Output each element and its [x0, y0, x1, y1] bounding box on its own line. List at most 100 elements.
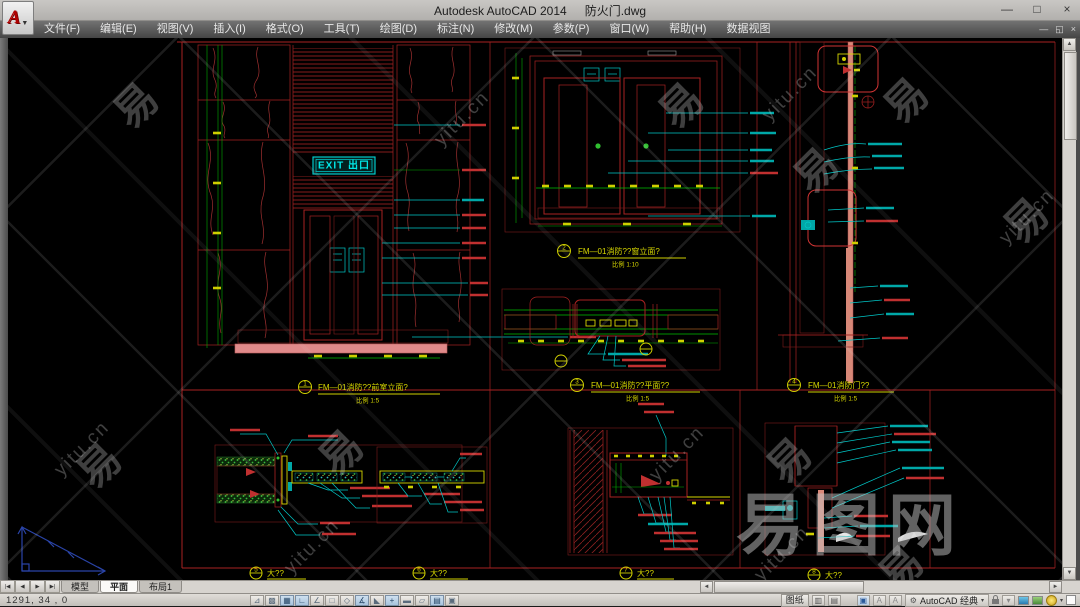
doc-restore-button[interactable]: ◱ [1055, 22, 1064, 36]
menu-draw[interactable]: 绘图(D) [370, 21, 427, 38]
menu-dimension[interactable]: 标注(N) [427, 21, 484, 38]
hardware-acceleration-icon[interactable] [1018, 596, 1029, 605]
svg-text:EXIT 出口: EXIT 出口 [318, 159, 370, 172]
menubar: 文件(F) 编辑(E) 视图(V) 插入(I) 格式(O) 工具(T) 绘图(D… [0, 21, 1080, 38]
tab-plan[interactable]: 平面 [100, 581, 138, 593]
svg-text:比例 1:5: 比例 1:5 [834, 394, 858, 403]
drawing-canvas[interactable]: EXIT 出口 [8, 38, 1062, 580]
object-snap-tracking-icon[interactable]: ∡ [355, 595, 369, 606]
svg-text:8: 8 [812, 569, 816, 576]
minimize-button[interactable]: — [1000, 1, 1014, 18]
maximize-button[interactable]: □ [1030, 1, 1044, 18]
detail-title-2: 2 FM—01消防??窗立面? 比例 1:10 [558, 245, 687, 269]
tab-layout1[interactable]: 布局1 [139, 581, 182, 593]
detail-2-door-elevation [505, 48, 778, 232]
detail-4-vertical-section [778, 42, 914, 383]
3d-object-snap-icon[interactable]: ◇ [340, 595, 354, 606]
menu-window[interactable]: 窗口(W) [599, 21, 659, 38]
svg-text:大??: 大?? [637, 568, 654, 578]
isolate-objects-icon[interactable] [1032, 596, 1043, 605]
scroll-up-button[interactable]: ▲ [1063, 38, 1076, 51]
workspace-label: AutoCAD 经典 [920, 594, 978, 607]
tab-next-button[interactable]: ▶ [30, 581, 45, 593]
menu-tools[interactable]: 工具(T) [314, 21, 370, 38]
menu-dataview[interactable]: 数据视图 [716, 21, 780, 38]
chevron-down-icon: ▼ [21, 20, 28, 27]
menu-modify[interactable]: 修改(M) [484, 21, 543, 38]
lineweight-icon[interactable]: ▬ [400, 595, 414, 606]
chevron-down-icon: ▾ [981, 597, 984, 604]
horizontal-scrollbar[interactable]: ◄ ► [700, 581, 1062, 593]
menu-insert[interactable]: 插入(I) [203, 21, 255, 38]
vertical-scrollbar[interactable]: ▲ ▼ [1062, 38, 1076, 580]
snap-mode-icon[interactable]: ▩ [265, 595, 279, 606]
tab-model[interactable]: 模型 [61, 581, 99, 593]
menu-edit[interactable]: 编辑(E) [90, 21, 147, 38]
ortho-mode-icon[interactable]: ∟ [295, 595, 309, 606]
close-button[interactable]: × [1060, 1, 1074, 18]
svg-text:大??: 大?? [430, 568, 447, 578]
quick-properties-icon[interactable]: ▤ [430, 595, 444, 606]
quick-view-layouts-icon[interactable]: ▥ [812, 595, 825, 606]
annotation-visibility-icon[interactable]: A [889, 595, 902, 606]
svg-text:比例 1:5: 比例 1:5 [626, 394, 650, 403]
status-lightbulb-icon[interactable] [1046, 595, 1057, 606]
svg-text:5: 5 [254, 567, 258, 574]
clean-screen-button[interactable] [1066, 595, 1076, 605]
lock-ui-icon[interactable] [992, 599, 999, 604]
tab-first-button[interactable]: |◀ [0, 581, 15, 593]
model-space-icon[interactable]: ▣ [857, 595, 870, 606]
scroll-down-button[interactable]: ▼ [1063, 567, 1076, 580]
toolbar-unlock-icon[interactable]: ▾ [1002, 595, 1015, 606]
horizontal-scroll-thumb[interactable] [714, 581, 864, 593]
svg-text:FM—01消防门??: FM—01消防门?? [808, 380, 870, 390]
document-name: 防火门.dwg [585, 4, 646, 18]
svg-text:6: 6 [417, 567, 421, 574]
autocad-window: Autodesk AutoCAD 2014防火门.dwg — □ × A ▼ 文… [0, 0, 1080, 606]
quick-view-drawings-icon[interactable]: ▤ [828, 595, 841, 606]
grid-display-icon[interactable]: ▦ [280, 595, 294, 606]
dynamic-input-icon[interactable]: + [385, 595, 399, 606]
ucs-icon [18, 527, 105, 575]
object-snap-icon[interactable]: □ [325, 595, 339, 606]
selection-cycling-icon[interactable]: ▣ [445, 595, 459, 606]
detail-1-elevation: EXIT 出口 [198, 45, 596, 358]
detail-8-floor-spring-detail [765, 423, 944, 555]
svg-text:FM—01消防??窗立面?: FM—01消防??窗立面? [578, 246, 660, 256]
dynamic-ucs-icon[interactable]: ◣ [370, 595, 384, 606]
workspace-gear-icon: ⚙ [910, 596, 917, 605]
app-menu-button[interactable]: A ▼ [2, 1, 34, 35]
detail-6-head-detail [377, 447, 487, 523]
detail-3-plan-section [502, 289, 720, 370]
detail-title-1: 1 FM—01消防??前室立面? 比例 1:5 [299, 381, 441, 405]
exit-sign: EXIT 出口 [313, 157, 375, 174]
svg-text:3: 3 [575, 379, 579, 386]
vertical-scroll-thumb[interactable] [1064, 52, 1077, 140]
svg-text:比例 1:10: 比例 1:10 [612, 260, 639, 269]
doc-close-button[interactable]: × [1071, 22, 1076, 36]
workspace-switcher[interactable]: ⚙ AutoCAD 经典 ▾ [905, 594, 989, 607]
svg-text:2: 2 [562, 245, 566, 252]
infer-constraints-icon[interactable]: ⊿ [250, 595, 264, 606]
tab-last-button[interactable]: ▶| [45, 581, 60, 593]
menu-parametric[interactable]: 参数(P) [543, 21, 600, 38]
paper-space-button[interactable]: 图纸 [781, 594, 809, 607]
menu-file[interactable]: 文件(F) [34, 21, 90, 38]
menu-view[interactable]: 视图(V) [147, 21, 204, 38]
tab-prev-button[interactable]: ◀ [15, 581, 30, 593]
titlebar: Autodesk AutoCAD 2014防火门.dwg — □ × [0, 0, 1080, 21]
statusbar: 1291, 34 , 0 ⊿ ▩ ▦ ∟ ∠ □ ◇ ∡ ◣ + ▬ ▱ ▤ ▣… [0, 593, 1080, 606]
menu-format[interactable]: 格式(O) [256, 21, 314, 38]
svg-text:1: 1 [303, 381, 307, 388]
annotation-scale-icon[interactable]: A [873, 595, 886, 606]
scroll-left-button[interactable]: ◄ [700, 581, 713, 593]
scroll-right-button[interactable]: ► [1049, 581, 1062, 593]
svg-text:大??: 大?? [267, 568, 284, 578]
menu-help[interactable]: 帮助(H) [659, 21, 716, 38]
transparency-icon[interactable]: ▱ [415, 595, 429, 606]
doc-minimize-button[interactable]: — [1039, 22, 1048, 36]
status-menu-chevron-icon[interactable]: ▾ [1060, 597, 1063, 604]
polar-tracking-icon[interactable]: ∠ [310, 595, 324, 606]
detail-7-sill-detail [568, 404, 733, 555]
svg-text:比例 1:5: 比例 1:5 [356, 396, 380, 405]
